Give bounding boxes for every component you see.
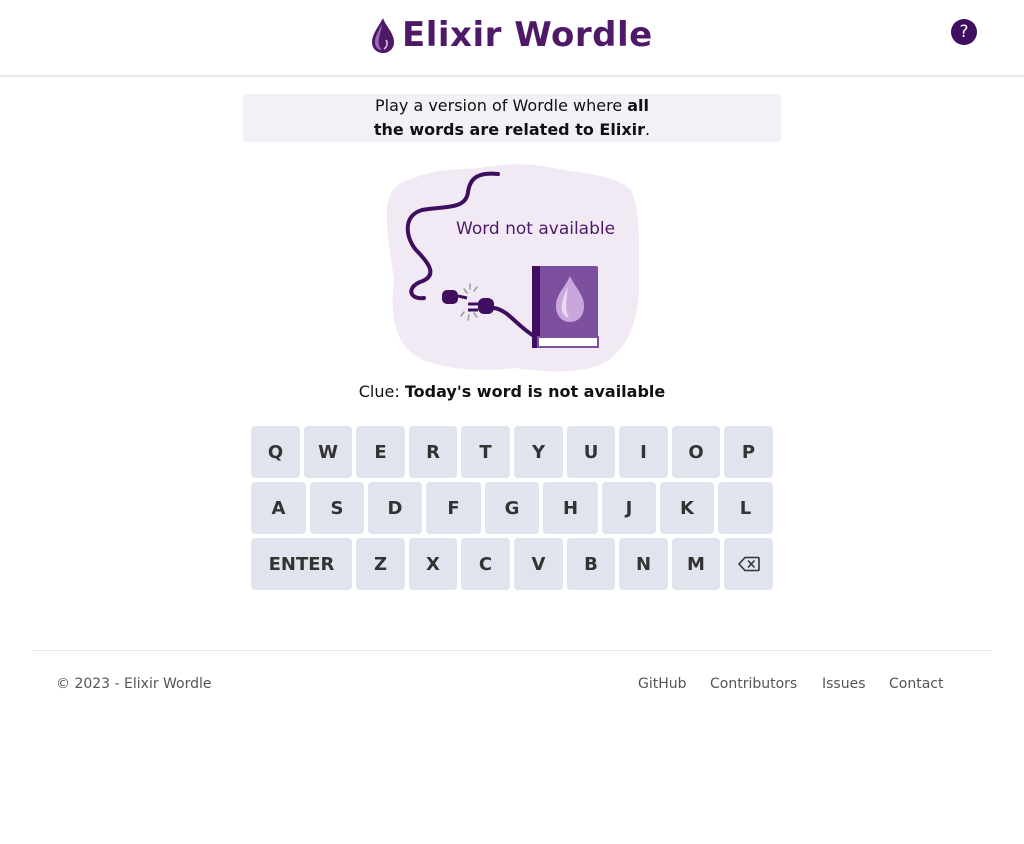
elixir-drop-logo-icon — [372, 18, 394, 53]
key-j[interactable]: J — [602, 482, 656, 534]
brand[interactable]: Elixir Wordle — [370, 14, 653, 56]
key-m[interactable]: M — [672, 538, 720, 590]
key-h[interactable]: H — [543, 482, 598, 534]
key-c[interactable]: C — [461, 538, 510, 590]
help-button[interactable]: ? — [951, 19, 977, 45]
key-b[interactable]: B — [567, 538, 615, 590]
keyboard-row-1: Q W E R T Y U I O P — [0, 426, 1024, 478]
site-title: Elixir Wordle — [402, 15, 653, 55]
footer-divider — [32, 650, 992, 651]
key-x[interactable]: X — [409, 538, 457, 590]
plug-body-icon — [442, 290, 458, 304]
socket-plug-icon — [478, 298, 494, 314]
key-v[interactable]: V — [514, 538, 563, 590]
intro-line-1: Play a version of Wordle where all — [243, 94, 781, 118]
key-g[interactable]: G — [485, 482, 539, 534]
key-f[interactable]: F — [426, 482, 481, 534]
clue-label: Clue: — [358, 382, 400, 401]
key-u[interactable]: U — [567, 426, 615, 478]
key-d[interactable]: D — [368, 482, 422, 534]
footer-copyright: © 2023 - Elixir Wordle — [56, 676, 212, 692]
unplugged-illustration — [386, 164, 639, 372]
keyboard-row-2: A S D F G H J K L — [0, 482, 1024, 534]
clue-value: Today's word is not available — [404, 382, 666, 401]
footer-link-contributors[interactable]: Contributors — [710, 676, 797, 692]
key-k[interactable]: K — [660, 482, 714, 534]
key-y[interactable]: Y — [514, 426, 563, 478]
key-t[interactable]: T — [461, 426, 510, 478]
key-r[interactable]: R — [409, 426, 457, 478]
keyboard-row-3: ENTER Z X C V B N M — [0, 538, 1024, 590]
key-z[interactable]: Z — [356, 538, 405, 590]
key-q[interactable]: Q — [251, 426, 300, 478]
backspace-icon — [737, 556, 760, 572]
key-n[interactable]: N — [619, 538, 668, 590]
word-not-available-text: Word not available — [456, 219, 616, 239]
intro-line-2: the words are related to Elixir. — [243, 118, 781, 142]
key-a[interactable]: A — [251, 482, 306, 534]
key-i[interactable]: I — [619, 426, 668, 478]
key-o[interactable]: O — [672, 426, 720, 478]
backspace-key[interactable] — [724, 538, 773, 590]
clue: Clue: Today's word is not available — [0, 382, 1024, 401]
key-e[interactable]: E — [356, 426, 405, 478]
intro-banner: Play a version of Wordle where all the w… — [243, 94, 781, 142]
footer-link-github[interactable]: GitHub — [638, 676, 687, 692]
elixir-book-icon — [532, 266, 599, 348]
footer-link-contact[interactable]: Contact — [889, 676, 943, 692]
illustration-blob — [386, 164, 639, 372]
intro-text: Play a version of Wordle where — [374, 96, 628, 115]
enter-key[interactable]: ENTER — [251, 538, 352, 590]
key-s[interactable]: S — [310, 482, 364, 534]
intro-bold-elixir: the words are related to Elixir — [373, 120, 646, 139]
key-p[interactable]: P — [724, 426, 773, 478]
footer-link-issues[interactable]: Issues — [822, 676, 866, 692]
key-l[interactable]: L — [718, 482, 773, 534]
site-header: Elixir Wordle ? — [0, 0, 1024, 77]
intro-bold-all: all — [627, 96, 650, 115]
intro-period: . — [645, 120, 651, 139]
key-w[interactable]: W — [304, 426, 352, 478]
